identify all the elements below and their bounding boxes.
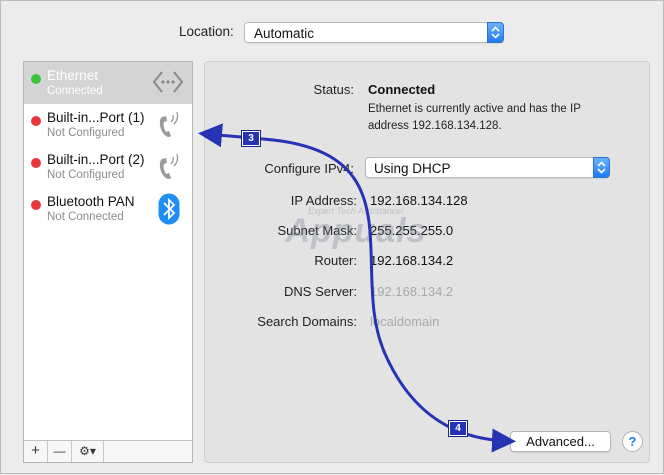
status-dot-red xyxy=(31,158,41,168)
dns-server-value[interactable]: 192.168.134.2 xyxy=(370,284,453,299)
add-service-button[interactable]: + xyxy=(24,441,48,462)
service-name: Bluetooth PAN xyxy=(47,194,135,209)
status-description: Ethernet is currently active and has the… xyxy=(368,103,581,132)
location-label: Location: xyxy=(179,24,234,39)
search-domains-value[interactable]: localdomain xyxy=(370,314,439,329)
help-button[interactable]: ? xyxy=(622,431,643,452)
status-dot-red xyxy=(31,200,41,210)
service-item-builtin-port-1[interactable]: Built-in...Port (1) Not Configured xyxy=(24,104,192,146)
annotation-badge-4: 4 xyxy=(448,420,468,437)
router-value: 192.168.134.2 xyxy=(370,253,454,268)
subnet-mask-label: Subnet Mask: xyxy=(277,223,358,238)
location-value: Automatic xyxy=(254,26,315,41)
status-dot-green xyxy=(31,74,41,84)
status-value: Connected xyxy=(368,82,436,97)
bluetooth-icon xyxy=(158,193,180,228)
service-name: Built-in...Port (2) xyxy=(47,152,145,167)
phone-icon xyxy=(156,109,184,144)
configure-ipv4-value: Using DHCP xyxy=(374,161,451,176)
service-status: Not Configured xyxy=(47,169,125,181)
remove-service-button[interactable]: — xyxy=(48,441,72,462)
status-dot-red xyxy=(31,116,41,126)
ethernet-arrows-icon xyxy=(152,67,184,100)
service-status: Connected xyxy=(47,85,103,97)
service-status: Not Connected xyxy=(47,211,124,223)
dns-server-label: DNS Server: xyxy=(284,284,357,299)
popup-stepper-icon xyxy=(487,22,504,43)
router-label: Router: xyxy=(314,253,357,268)
service-name: Ethernet xyxy=(47,68,99,83)
ip-address-label: IP Address: xyxy=(290,193,357,208)
search-domains-label: Search Domains: xyxy=(257,314,357,329)
network-preferences-window: Location: Automatic Ethernet Connected B… xyxy=(0,0,664,474)
popup-stepper-icon xyxy=(593,157,610,178)
sidebar-toolbar: + — ⚙▾ xyxy=(24,440,192,462)
service-name: Built-in...Port (1) xyxy=(47,110,145,125)
service-list: Ethernet Connected Built-in...Port (1) N… xyxy=(23,61,193,463)
action-gear-button[interactable]: ⚙▾ xyxy=(72,441,104,462)
service-item-bluetooth-pan[interactable]: Bluetooth PAN Not Connected xyxy=(24,188,192,230)
service-status: Not Configured xyxy=(47,127,125,139)
subnet-mask-value: 255.255.255.0 xyxy=(370,223,454,238)
configure-ipv4-popup[interactable]: Using DHCP xyxy=(365,157,610,178)
ip-address-value: 192.168.134.128 xyxy=(370,193,468,208)
phone-icon xyxy=(156,151,184,186)
configure-ipv4-label: Configure IPv4: xyxy=(264,161,354,176)
service-item-ethernet[interactable]: Ethernet Connected xyxy=(24,62,192,104)
location-popup[interactable]: Automatic xyxy=(244,22,504,43)
annotation-badge-3: 3 xyxy=(241,130,261,147)
status-label: Status: xyxy=(313,82,354,97)
service-item-builtin-port-2[interactable]: Built-in...Port (2) Not Configured xyxy=(24,146,192,188)
advanced-button[interactable]: Advanced... xyxy=(510,431,611,452)
